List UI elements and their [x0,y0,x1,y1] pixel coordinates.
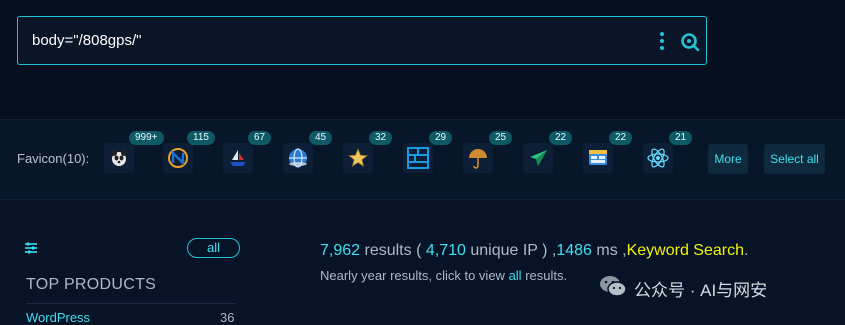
ship-icon [230,150,246,166]
panda-icon [111,150,127,166]
view-all-link[interactable]: all [509,268,522,283]
favicon-label: Favicon(10): [17,151,90,166]
window-icon [589,150,607,165]
star-icon [347,147,369,168]
note-prefix: Nearly year results, click to view [320,268,509,283]
favicon-item[interactable] [463,143,493,173]
favicon-count-badge: 67 [248,131,272,145]
favicon-item[interactable] [283,143,313,173]
results-total: 7,962 [320,242,361,259]
favicon-item[interactable] [343,143,373,173]
ms-text: ms , [591,242,627,259]
favicon-count-badge: 25 [489,131,513,145]
favicon-count-badge: 45 [309,131,333,145]
favicon-count-badge: 999+ [129,131,164,145]
watermark-text: 公众号 · AI与网安 [634,281,768,300]
favicon-item[interactable] [523,143,553,173]
filter-settings-icon[interactable] [24,241,38,255]
react-icon [647,148,669,168]
favicon-item[interactable] [643,143,673,173]
results-summary: 7,962 results ( 4,710 unique IP ) ,1486 … [320,242,748,260]
search-input[interactable]: body="/808gps/" [17,16,707,65]
product-link[interactable]: WordPress [26,310,90,325]
more-button[interactable]: More [708,144,748,174]
unique-ip-count: 4,710 [425,242,466,259]
search-icon[interactable] [680,32,700,52]
select-all-button[interactable]: Select all [764,144,825,174]
favicon-item[interactable] [104,143,134,173]
favicon-item[interactable] [403,143,433,173]
favicon-count-badge: 29 [429,131,453,145]
favicon-count-badge: 21 [669,131,693,145]
paper-plane-icon [530,150,547,166]
divider [26,303,236,304]
umbrella-icon [469,149,487,169]
n-logo-icon [168,148,188,168]
more-options-icon[interactable] [659,32,665,52]
favicon-count-badge: 22 [549,131,573,145]
favicon-item[interactable] [223,143,253,173]
favicon-item[interactable] [583,143,613,173]
divider [0,199,845,200]
favicon-count-badge: 32 [369,131,393,145]
product-count: 36 [220,310,235,325]
wechat-icon [600,276,627,297]
results-end: . [743,242,749,259]
search-query[interactable]: body="/808gps/" [32,32,141,49]
note-suffix: results. [521,268,568,283]
search-mode: Keyword Search [626,242,744,259]
globe-icon [289,148,307,168]
unique-ip-text: unique IP ) , [465,242,557,259]
top-products-heading: TOP PRODUCTS [26,276,157,293]
favicon-item[interactable] [163,143,193,173]
results-note: Nearly year results, click to view all r… [320,268,567,283]
favicon-count-badge: 115 [187,131,215,145]
favicon-count-badge: 22 [609,131,633,145]
results-text: results ( [360,242,426,259]
all-filter-pill[interactable]: all [187,238,240,258]
grid-icon [407,147,429,169]
query-time: 1486 [556,242,592,259]
